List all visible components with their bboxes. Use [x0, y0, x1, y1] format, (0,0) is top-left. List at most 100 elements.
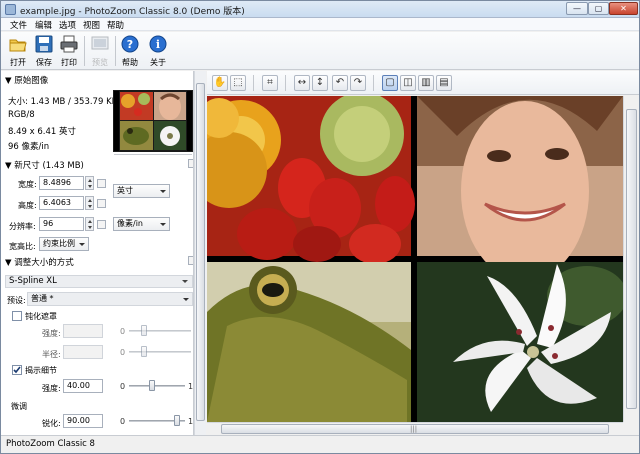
checkmark-icon — [13, 366, 21, 374]
sharpness-thumb[interactable] — [174, 415, 180, 426]
panel-scroll-thumb[interactable] — [196, 83, 205, 421]
detail-strength-slider[interactable] — [129, 385, 185, 387]
preview-button[interactable]: 预览 — [87, 34, 113, 68]
minimize-button[interactable]: — — [566, 2, 588, 15]
resize-method-heading[interactable]: ▼ 调整大小的方式 — [5, 256, 74, 268]
preview-vertical-scrollbar[interactable] — [623, 96, 639, 422]
detail-strength-thumb[interactable] — [149, 380, 155, 391]
aspect-ratio-select[interactable]: 约束比例 — [39, 237, 89, 251]
width-label: 宽度: — [18, 180, 37, 189]
panel-scrollbar[interactable] — [194, 71, 206, 435]
unsharp-radius-input[interactable] — [63, 345, 103, 359]
detail-strength-input[interactable]: 40.00 — [63, 379, 103, 393]
fit-height-button[interactable]: ↕ — [312, 75, 328, 91]
sharpness-min: 0 — [120, 417, 126, 426]
status-bar: PhotoZoom Classic 8 — [1, 435, 639, 453]
preview-horizontal-scrollbar[interactable]: ||| — [207, 422, 623, 435]
unsharp-mask-label: 钝化遮罩 — [25, 312, 57, 321]
close-button[interactable]: ✕ — [609, 2, 638, 15]
crop-tool-icon: ⌗ — [267, 77, 273, 88]
info-icon: i — [149, 35, 167, 53]
svg-text:i: i — [156, 38, 160, 51]
width-spinner[interactable] — [85, 176, 94, 190]
fit-width-button[interactable]: ↔ — [294, 75, 310, 91]
maximize-button[interactable]: ▢ — [588, 2, 609, 15]
resolution-label: 分辨率: — [9, 222, 36, 231]
aspect-ratio-label: 宽高比: — [9, 242, 36, 251]
sharpness-input[interactable]: 90.00 — [63, 414, 103, 428]
resolution-lock-button[interactable] — [97, 220, 106, 229]
menu-file[interactable]: 文件 — [10, 19, 27, 31]
vertical-scroll-thumb[interactable] — [626, 109, 637, 409]
menu-help[interactable]: 帮助 — [107, 19, 124, 31]
fine-tune-heading: 微调 — [11, 402, 27, 411]
single-view-button[interactable]: ▢ — [382, 75, 398, 91]
unsharp-strength-slider[interactable] — [129, 330, 191, 332]
original-dimensions: 8.49 x 6.41 英寸 — [8, 127, 76, 137]
menu-edit[interactable]: 编辑 — [35, 19, 52, 31]
unsharp-radius-thumb[interactable] — [141, 346, 147, 357]
unsharp-strength-min: 0 — [120, 327, 126, 336]
rotate-right-icon: ↷ — [353, 77, 363, 88]
resolution-spinner[interactable] — [85, 217, 94, 231]
image-preview[interactable] — [207, 96, 623, 422]
select-tool-button[interactable]: ⬚ — [230, 75, 246, 91]
single-view-icon: ▢ — [385, 77, 395, 88]
original-color-mode: RGB/8 — [8, 110, 35, 120]
app-icon — [5, 4, 16, 15]
rotate-left-button[interactable]: ↶ — [332, 75, 348, 91]
reveal-detail-label: 揭示细节 — [25, 366, 57, 375]
height-lock-button[interactable] — [97, 199, 106, 208]
size-unit-select[interactable]: 英寸 — [113, 184, 170, 198]
menu-view[interactable]: 视图 — [83, 19, 100, 31]
unsharp-mask-checkbox[interactable] — [12, 311, 22, 321]
hand-tool-icon: ✋ — [213, 77, 227, 88]
detail-strength-max: 1 — [188, 382, 194, 391]
preset-label: 预设: — [7, 296, 26, 305]
split-view-vertical-button[interactable]: ◫ — [400, 75, 416, 91]
sharpness-max: 1 — [188, 417, 194, 426]
horizontal-scroll-thumb[interactable]: ||| — [221, 424, 609, 434]
svg-text:?: ? — [127, 38, 133, 51]
settings-panel: ▼ 原始图像 大小: 1.43 MB / 353.79 KB RGB/8 8.4… — [1, 71, 194, 435]
new-size-heading[interactable]: ▼ 新尺寸 (1.43 MB) — [5, 159, 84, 171]
open-folder-icon — [9, 39, 27, 52]
menu-bar: 文件 编辑 选项 视图 帮助 — [1, 18, 639, 31]
width-lock-button[interactable] — [97, 179, 106, 188]
unsharp-strength-thumb[interactable] — [141, 325, 147, 336]
preview-icon — [91, 36, 109, 50]
fit-height-icon: ↕ — [315, 77, 325, 88]
sharpness-label: 锐化: — [42, 419, 61, 428]
resize-method-select[interactable]: S-Spline XL — [5, 275, 193, 288]
original-resolution: 96 像素/in — [8, 142, 50, 152]
print-button[interactable]: 打印 — [56, 34, 82, 68]
preview-label: 预览 — [92, 58, 108, 67]
width-input[interactable]: 8.4896 — [39, 176, 84, 190]
detail-strength-label: 强度: — [42, 384, 61, 393]
unsharp-strength-input[interactable] — [63, 324, 103, 338]
help-button[interactable]: ? 帮助 — [117, 34, 143, 68]
lily-photo — [417, 262, 623, 422]
menu-options[interactable]: 选项 — [59, 19, 76, 31]
unsharp-radius-slider[interactable] — [129, 351, 191, 353]
hand-tool-button[interactable]: ✋ — [212, 75, 228, 91]
reveal-detail-checkbox[interactable] — [12, 365, 22, 375]
detail-strength-min: 0 — [120, 382, 126, 391]
original-image-heading[interactable]: ▼ 原始图像 — [5, 74, 48, 86]
resolution-unit-select[interactable]: 像素/in — [113, 217, 170, 231]
unsharp-strength-label: 强度: — [42, 329, 61, 338]
status-text: PhotoZoom Classic 8 — [6, 439, 95, 449]
about-button[interactable]: i 关于 — [145, 34, 171, 68]
split-view-vertical-icon: ◫ — [403, 77, 413, 88]
preset-select[interactable]: 普通 * — [27, 292, 193, 306]
rotate-right-button[interactable]: ↷ — [350, 75, 366, 91]
title-bar[interactable]: example.jpg - PhotoZoom Classic 8.0 (Dem… — [1, 1, 639, 18]
preview-photo-collage — [207, 96, 623, 422]
height-spinner[interactable] — [85, 196, 94, 210]
resolution-input[interactable]: 96 — [39, 217, 84, 231]
height-input[interactable]: 6.4063 — [39, 196, 84, 210]
split-view-horizontal-button[interactable]: ▤ — [436, 75, 452, 91]
scroll-grip: ||| — [410, 425, 418, 433]
crop-tool-button[interactable]: ⌗ — [262, 75, 278, 91]
dual-view-button[interactable]: ▥ — [418, 75, 434, 91]
